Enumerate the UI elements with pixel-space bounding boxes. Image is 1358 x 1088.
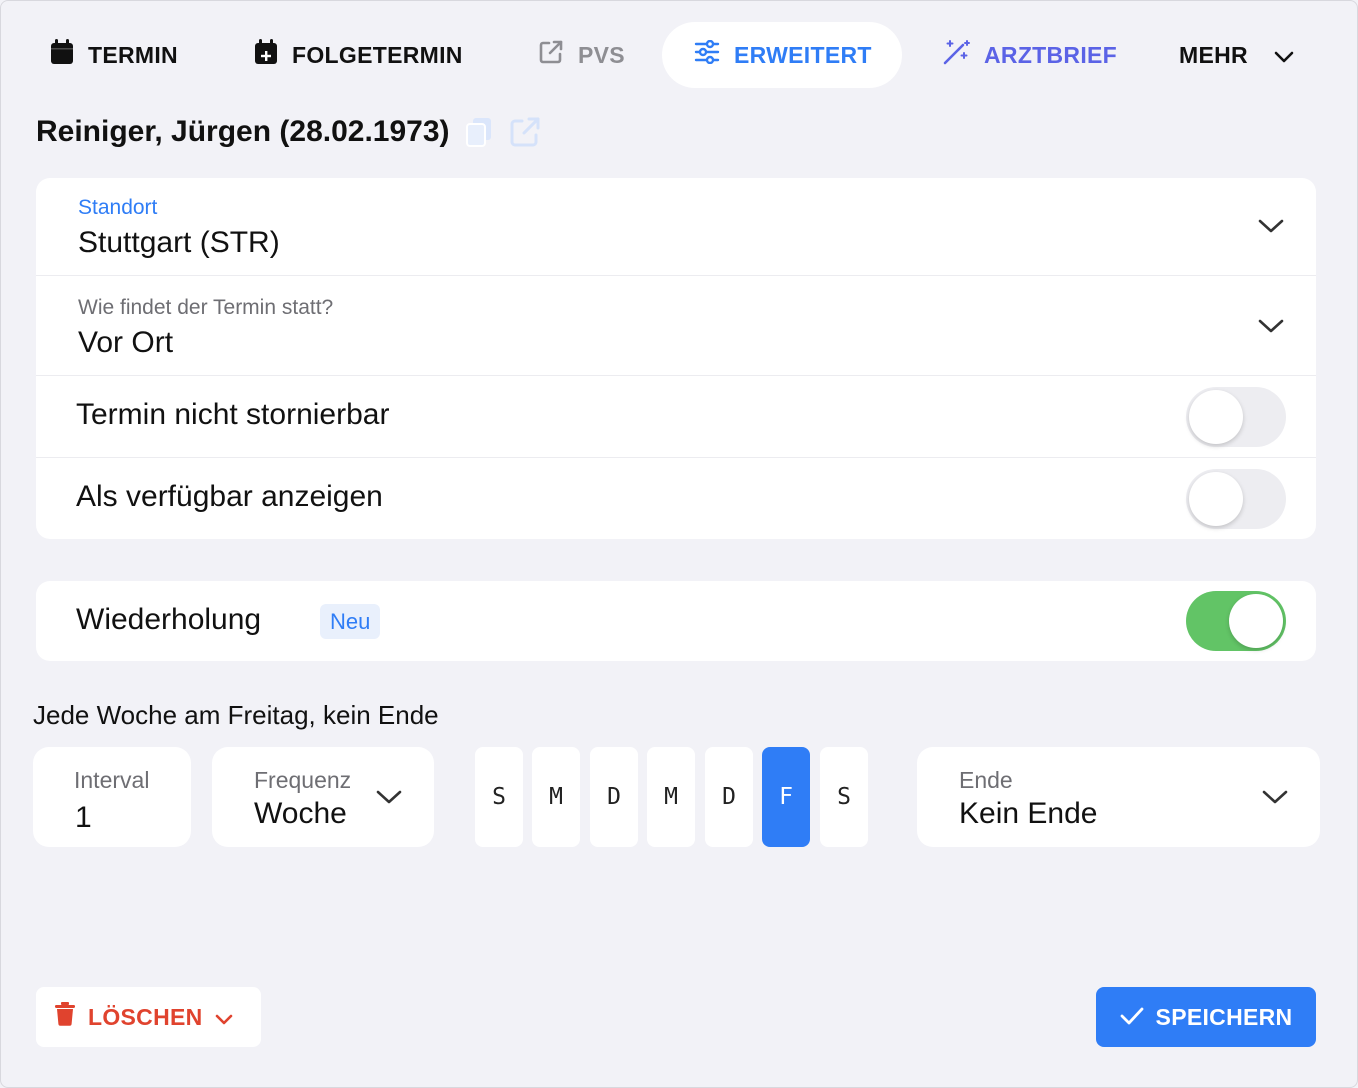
weekday-button-friday[interactable]: F xyxy=(762,747,810,847)
nicht-stornierbar-label: Termin nicht stornierbar xyxy=(76,398,390,431)
interval-value: 1 xyxy=(75,801,92,834)
appointment-settings-card: Standort Stuttgart (STR) Wie findet der … xyxy=(36,178,1316,539)
verfuegbar-row: Als verfügbar anzeigen xyxy=(36,458,1316,539)
delete-button-label: LÖSCHEN xyxy=(88,1003,203,1030)
frequenz-label: Frequenz xyxy=(254,767,352,793)
ende-select[interactable]: Ende Kein Ende xyxy=(917,747,1320,847)
termin-ort-select[interactable]: Wie findet der Termin statt? Vor Ort xyxy=(36,276,1316,376)
tab-mehr-label: MEHR xyxy=(1179,41,1248,68)
tab-erweitert-label: ERWEITERT xyxy=(734,41,872,68)
tab-termin[interactable]: TERMIN xyxy=(50,22,178,88)
save-button-label: SPEICHERN xyxy=(1155,1003,1293,1030)
magic-wand-icon xyxy=(942,39,970,71)
tab-bar: TERMIN FOLGETERMIN PVS ERWEITERT ARZTBRI… xyxy=(0,22,1358,88)
weekday-button-wednesday[interactable]: M xyxy=(647,747,695,847)
tab-folgetermin[interactable]: FOLGETERMIN xyxy=(254,22,463,88)
calendar-icon xyxy=(50,39,74,71)
tab-pvs-label: PVS xyxy=(578,41,625,68)
save-button[interactable]: SPEICHERN xyxy=(1096,987,1316,1047)
wiederholung-label: Wiederholung xyxy=(76,603,262,636)
copy-icon[interactable] xyxy=(464,116,494,148)
interval-label: Interval xyxy=(74,767,150,793)
standort-value: Stuttgart (STR) xyxy=(78,226,280,259)
recurrence-summary: Jede Woche am Freitag, kein Ende xyxy=(33,700,439,730)
tab-mehr[interactable]: MEHR xyxy=(1179,22,1294,88)
new-badge: Neu xyxy=(320,604,381,639)
sliders-icon xyxy=(694,39,720,70)
standort-label: Standort xyxy=(78,196,158,219)
wiederholung-toggle[interactable] xyxy=(1186,591,1286,651)
tab-pvs[interactable]: PVS xyxy=(538,22,625,88)
ende-label: Ende xyxy=(959,767,1013,793)
termin-ort-value: Vor Ort xyxy=(78,326,174,359)
trash-icon xyxy=(54,1002,76,1032)
chevron-down-icon xyxy=(376,789,402,810)
wiederholung-card: Wiederholung Neu xyxy=(36,581,1316,661)
tab-termin-label: TERMIN xyxy=(88,41,178,68)
chevron-down-icon xyxy=(215,1004,233,1031)
interval-input[interactable]: Interval 1 xyxy=(33,747,191,847)
tab-arztbrief-label: ARZTBRIEF xyxy=(984,41,1118,68)
external-link-icon xyxy=(538,39,564,71)
delete-button[interactable]: LÖSCHEN xyxy=(36,987,261,1047)
frequenz-value: Woche xyxy=(254,797,347,830)
weekday-button-monday[interactable]: M xyxy=(532,747,580,847)
patient-name: Reiniger, Jürgen (28.02.1973) xyxy=(36,115,450,148)
weekday-button-thursday[interactable]: D xyxy=(705,747,753,847)
weekday-button-tuesday[interactable]: D xyxy=(590,747,638,847)
patient-header: Reiniger, Jürgen (28.02.1973) xyxy=(36,112,542,152)
weekday-button-sunday[interactable]: S xyxy=(475,747,523,847)
nicht-stornierbar-row: Termin nicht stornierbar xyxy=(36,376,1316,458)
external-link-icon[interactable] xyxy=(508,115,542,149)
chevron-down-icon xyxy=(1258,318,1284,339)
tab-folgetermin-label: FOLGETERMIN xyxy=(292,41,463,68)
weekday-button-saturday[interactable]: S xyxy=(820,747,868,847)
chevron-down-icon xyxy=(1258,218,1284,239)
verfuegbar-label: Als verfügbar anzeigen xyxy=(76,480,383,513)
chevron-down-icon xyxy=(1274,42,1294,69)
tab-arztbrief[interactable]: ARZTBRIEF xyxy=(942,22,1117,88)
chevron-down-icon xyxy=(1262,789,1288,810)
frequenz-select[interactable]: Frequenz Woche xyxy=(212,747,434,847)
checkmark-icon xyxy=(1120,1004,1144,1031)
standort-select[interactable]: Standort Stuttgart (STR) xyxy=(36,178,1316,276)
verfuegbar-toggle[interactable] xyxy=(1186,469,1286,529)
tab-erweitert[interactable]: ERWEITERT xyxy=(662,22,902,88)
ende-value: Kein Ende xyxy=(959,797,1098,830)
dialog-frame xyxy=(0,0,1358,1088)
calendar-plus-icon xyxy=(254,39,278,71)
nicht-stornierbar-toggle[interactable] xyxy=(1186,387,1286,447)
termin-ort-label: Wie findet der Termin statt? xyxy=(78,296,334,319)
